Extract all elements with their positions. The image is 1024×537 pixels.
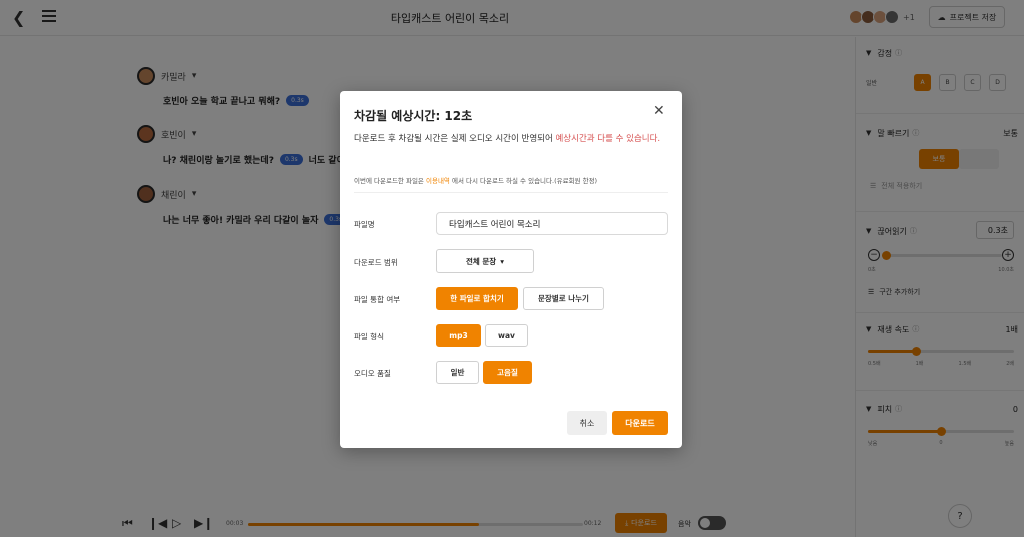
quality-label: 오디오 품질 [354,369,391,378]
cancel-button[interactable]: 취소 [567,411,607,435]
modal-note: 이번에 다운로드한 파일은 이용내역 에서 다시 다운로드 하실 수 있습니다.… [354,175,668,185]
quality-high-option[interactable]: 고음질 [483,361,532,384]
download-button[interactable]: 다운로드 [612,411,668,435]
filename-label: 파일명 [354,220,375,229]
download-modal: 차감될 예상시간: 12초 ✕ 다운로드 후 차감될 시간은 실제 오디오 시간… [340,91,682,448]
description-text: 다운로드 후 차감될 시간은 실제 오디오 시간이 반영되어 [354,134,556,144]
modal-title: 차감될 예상시간: 12초 [354,109,473,123]
format-mp3-option[interactable]: mp3 [436,324,481,347]
modal-description: 다운로드 후 차감될 시간은 실제 오디오 시간이 반영되어 예상시간과 다를 … [354,132,664,147]
divider [354,192,668,193]
usage-history-link[interactable]: 이용내역 [426,177,450,185]
caret-down-icon: ▾ [500,256,504,266]
range-label: 다운로드 범위 [354,258,398,267]
merge-per-sentence-option[interactable]: 문장별로 나누기 [523,287,604,310]
description-accent: 예상시간과 다를 수 있습니다. [555,134,661,144]
merge-label: 파일 통합 여부 [354,295,401,304]
format-label: 파일 형식 [354,332,384,341]
note-text: 이번에 다운로드한 파일은 [354,177,426,185]
range-select[interactable]: 전체 문장 ▾ [436,249,534,273]
merge-single-file-option[interactable]: 한 파일로 합치기 [436,287,518,310]
close-icon[interactable]: ✕ [653,103,665,119]
format-wav-option[interactable]: wav [485,324,528,347]
range-value: 전체 문장 [466,256,497,266]
note-text: 에서 다시 다운로드 하실 수 있습니다.(유료회원 한정) [449,177,598,185]
filename-input[interactable]: 타입캐스트 어린이 목소리 [436,212,668,235]
quality-normal-option[interactable]: 일반 [436,361,479,384]
